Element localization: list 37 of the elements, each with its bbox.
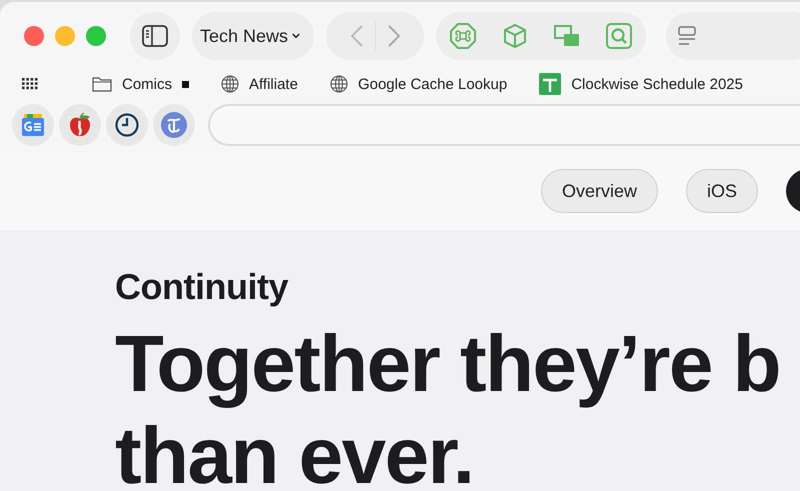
headline: than ever. [115,410,475,491]
section-label: Continuity [115,266,290,308]
globe-icon [221,75,240,93]
bookmark-item[interactable]: Clockwise Schedule 2025 [539,73,743,95]
news-icon [21,113,45,137]
cube-icon[interactable] [502,23,528,49]
bookmark-item[interactable]: Comics [92,76,190,92]
bookmark-item[interactable]: Affiliate [221,75,298,93]
sidebar-icon [142,25,168,47]
square-icon [182,80,190,88]
globe-icon [330,75,348,93]
address-field[interactable] [208,104,800,146]
back-icon[interactable] [350,25,362,47]
zoom-button[interactable] [86,26,106,46]
minimize-button[interactable] [55,26,75,46]
search-icon[interactable] [606,23,632,49]
favorite-button[interactable] [106,104,148,146]
sidebar-button[interactable] [130,12,180,60]
picture-in-picture-icon[interactable] [554,25,580,47]
spreadsheet-icon [539,73,562,95]
nav-link[interactable]: iOS [686,169,758,213]
headline: Together they’re b [115,318,781,410]
toolbar-button[interactable] [666,12,800,60]
forward-icon[interactable] [388,25,400,47]
close-button[interactable] [24,26,44,46]
command-icon[interactable] [450,23,476,49]
bookmark-item[interactable]: Google Cache Lookup [330,75,508,93]
list-icon [678,26,696,46]
nav-link[interactable]: Overview [540,169,658,213]
chevron-down-icon [292,32,300,40]
apple-icon [68,112,92,138]
apps-grid-icon[interactable] [22,78,38,90]
clock-icon [115,113,139,137]
newspaper-logo-icon [161,112,187,138]
favorite-button[interactable] [59,104,101,146]
tab-group-button[interactable]: Tech News [192,12,314,60]
folder-icon [92,76,112,92]
